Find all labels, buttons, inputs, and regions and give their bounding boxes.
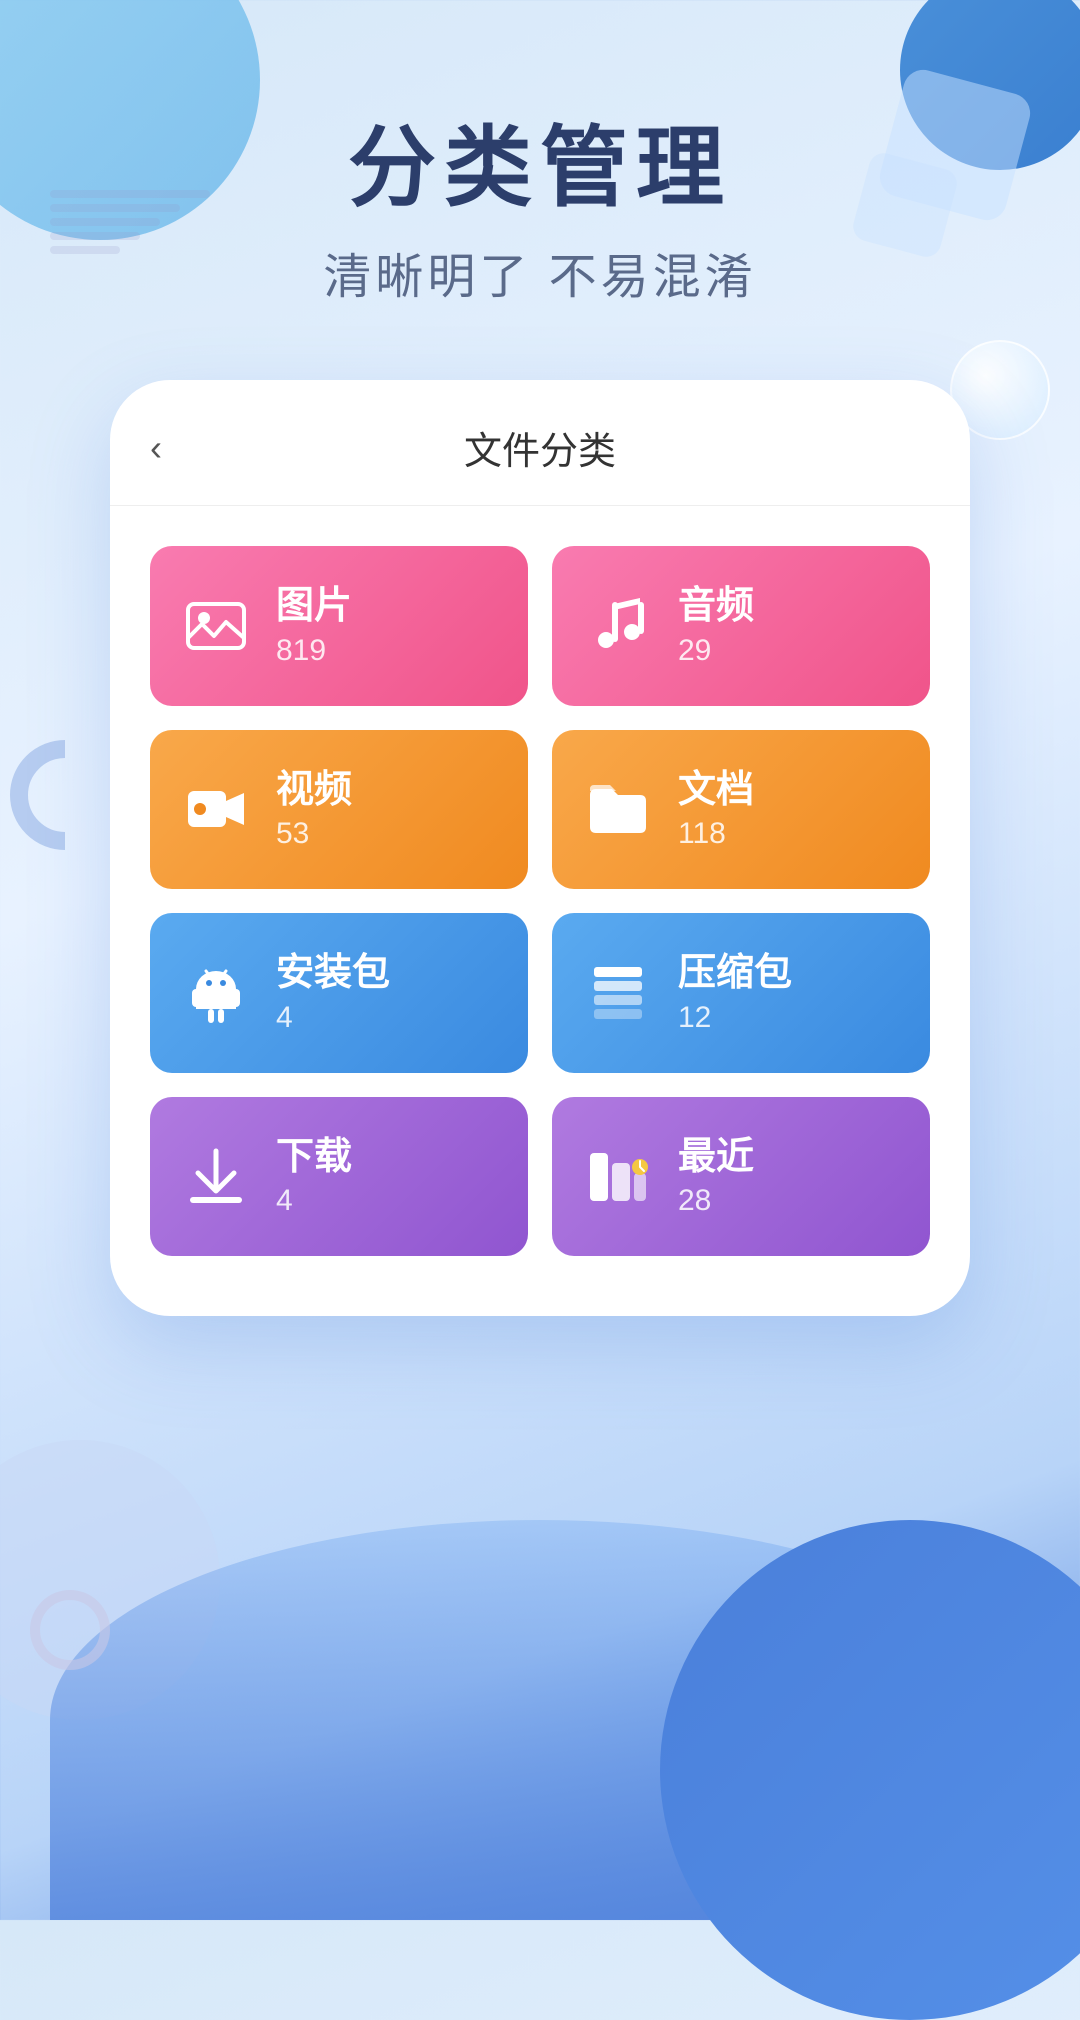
image-card-name: 图片	[276, 584, 352, 630]
video-card-info: 视频 53	[276, 768, 352, 852]
zip-icon	[582, 957, 654, 1029]
zip-card-count: 12	[678, 1001, 792, 1035]
downloads-card-name: 下载	[276, 1135, 352, 1181]
main-subtitle: 清晰明了 不易混淆	[0, 237, 1080, 307]
download-icon	[180, 1141, 252, 1213]
category-card-docs[interactable]: 文档 118	[552, 730, 930, 890]
category-card-apk[interactable]: 安装包 4	[150, 913, 528, 1073]
category-grid: 图片 819 音频 29	[110, 506, 970, 1266]
recent-icon	[582, 1141, 654, 1213]
category-card-audio[interactable]: 音频 29	[552, 546, 930, 706]
image-card-count: 819	[276, 634, 352, 668]
video-card-count: 53	[276, 817, 352, 851]
video-card-name: 视频	[276, 768, 352, 814]
docs-card-count: 118	[678, 817, 754, 851]
phone-screen-title: 文件分类	[464, 420, 616, 475]
android-icon	[180, 957, 252, 1029]
category-card-zip[interactable]: 压缩包 12	[552, 913, 930, 1073]
zip-card-name: 压缩包	[678, 951, 792, 997]
apk-card-count: 4	[276, 1001, 390, 1035]
video-icon	[180, 773, 252, 845]
main-title: 分类管理	[0, 120, 1080, 217]
folder-icon	[582, 773, 654, 845]
category-card-downloads[interactable]: 下载 4	[150, 1097, 528, 1257]
image-card-info: 图片 819	[276, 584, 352, 668]
category-card-recent[interactable]: 最近 28	[552, 1097, 930, 1257]
audio-card-name: 音频	[678, 584, 754, 630]
downloads-card-count: 4	[276, 1184, 352, 1218]
recent-card-count: 28	[678, 1184, 754, 1218]
phone-header-bar: ‹ 文件分类	[110, 380, 970, 506]
docs-card-info: 文档 118	[678, 768, 754, 852]
docs-card-name: 文档	[678, 768, 754, 814]
phone-mockup: ‹ 文件分类 图片 819	[110, 380, 970, 1316]
zip-card-info: 压缩包 12	[678, 951, 792, 1035]
recent-card-info: 最近 28	[678, 1135, 754, 1219]
header-section: 分类管理 清晰明了 不易混淆	[0, 120, 1080, 307]
category-card-images[interactable]: 图片 819	[150, 546, 528, 706]
image-icon	[180, 590, 252, 662]
recent-card-name: 最近	[678, 1135, 754, 1181]
bg-decoration-ring	[30, 1590, 110, 1670]
audio-card-count: 29	[678, 634, 754, 668]
back-button[interactable]: ‹	[150, 427, 162, 469]
audio-icon	[582, 590, 654, 662]
bg-decoration-c-shape	[10, 740, 120, 850]
downloads-card-info: 下载 4	[276, 1135, 352, 1219]
category-card-video[interactable]: 视频 53	[150, 730, 528, 890]
apk-card-info: 安装包 4	[276, 951, 390, 1035]
apk-card-name: 安装包	[276, 951, 390, 997]
audio-card-info: 音频 29	[678, 584, 754, 668]
